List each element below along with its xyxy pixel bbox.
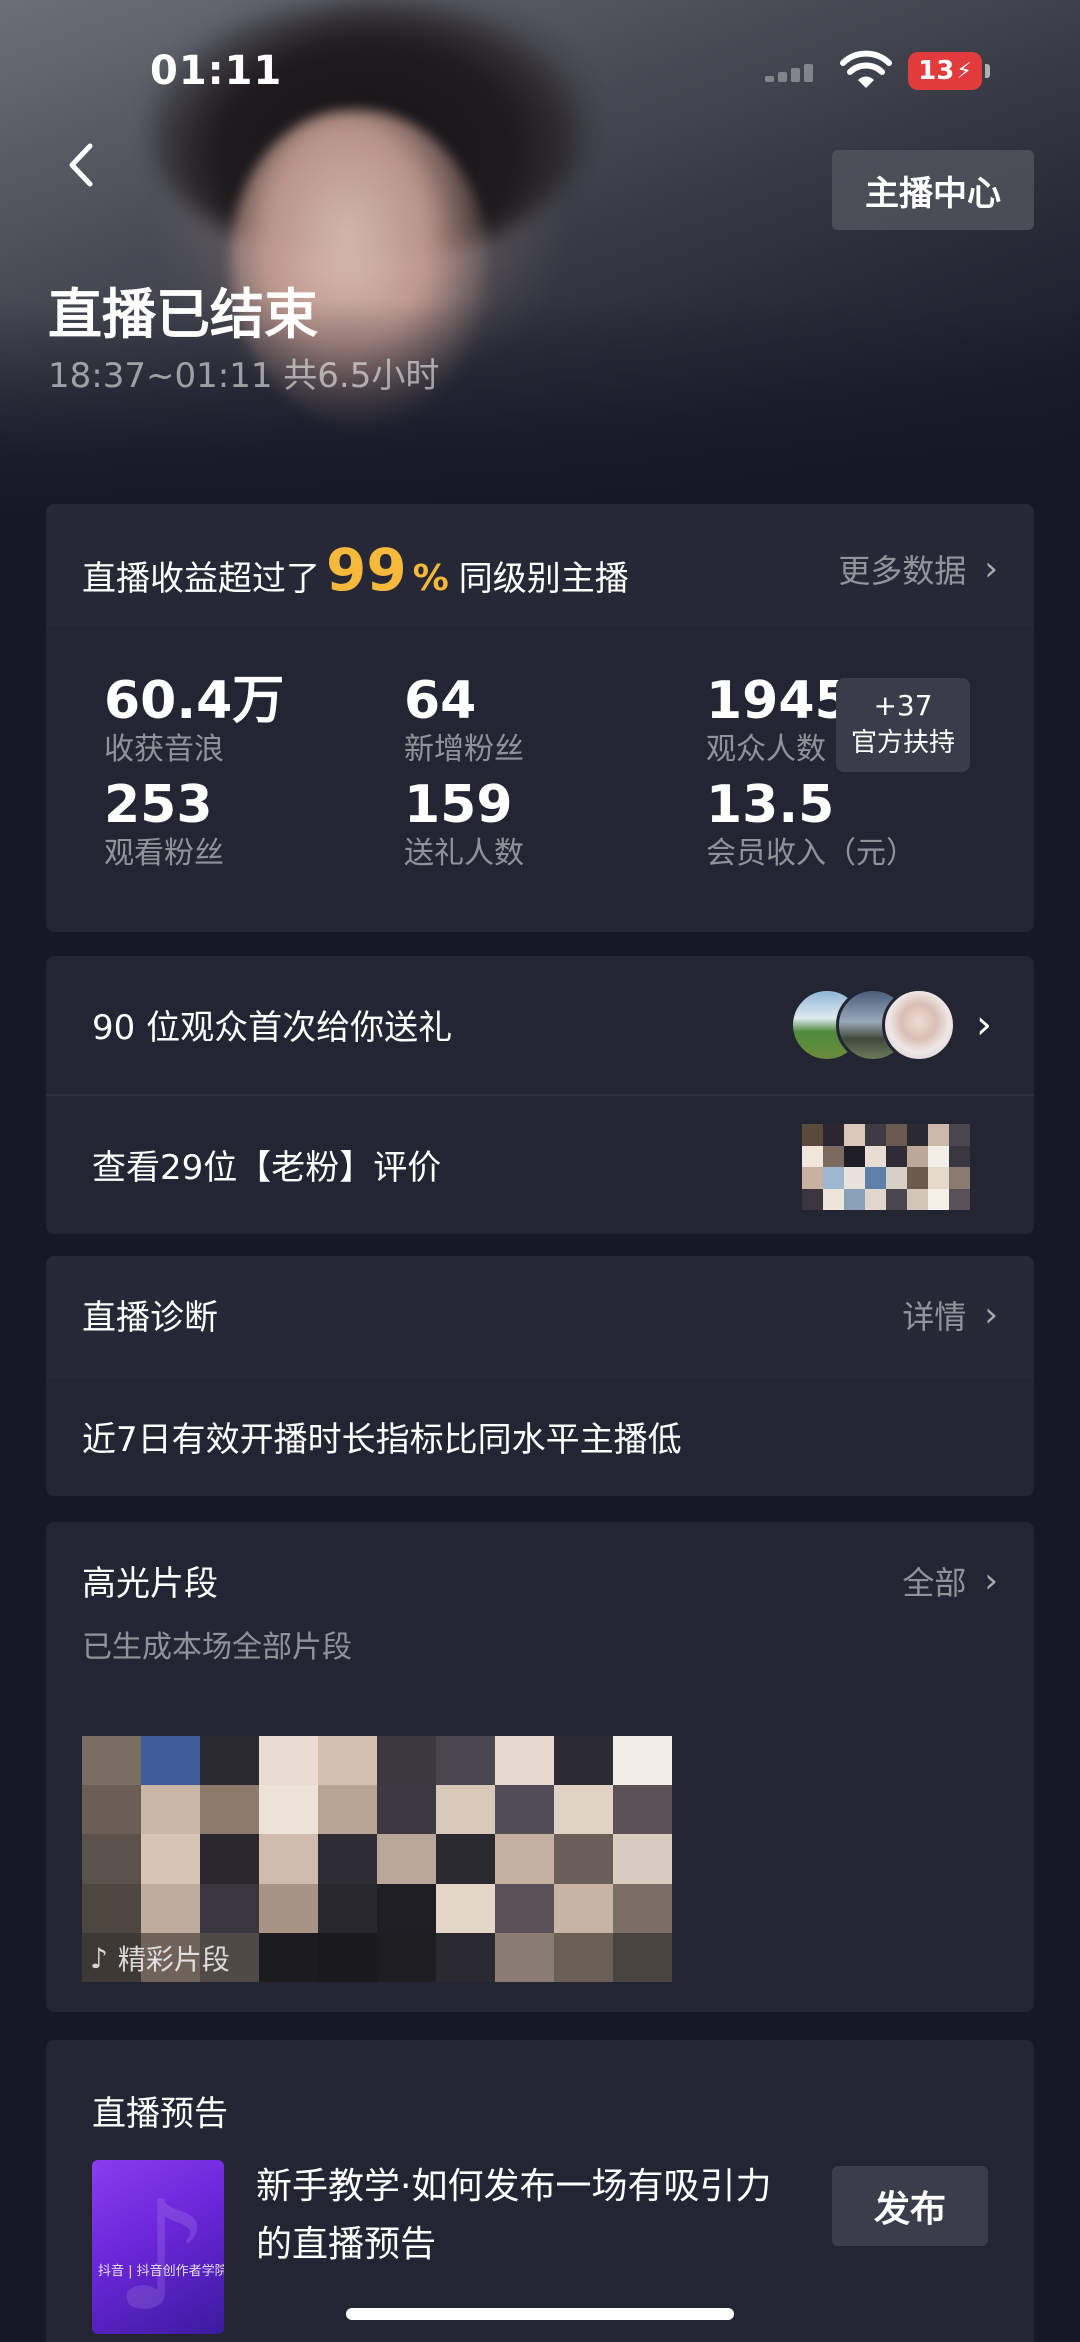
charging-bolt-icon: ⚡ — [956, 58, 972, 84]
diagnosis-message: 近7日有效开播时长指标比同水平主播低 — [82, 1420, 682, 1460]
thumbnail-caption: 抖音 | 抖音创作者学院 — [98, 2264, 224, 2279]
fan-avatars-pixelated — [802, 1124, 970, 1210]
wifi-icon — [840, 50, 892, 88]
stat-new-fans[interactable]: 64 新增粉丝 — [404, 672, 694, 770]
more-data-link[interactable]: 更多数据 › — [838, 546, 998, 592]
stat-label: 新增粉丝 — [404, 732, 524, 767]
official-support-badge: +37 官方扶持 — [836, 678, 970, 772]
stat-member-income[interactable]: 13.5 会员收入（元） — [706, 776, 996, 874]
details-label: 详情 — [902, 1298, 967, 1336]
battery-level: 13 — [918, 56, 955, 86]
battery-indicator: 13 ⚡ — [908, 52, 982, 90]
clip-label-text: 精彩片段 — [117, 1943, 230, 1976]
diagnosis-title: 直播诊断 — [82, 1298, 218, 1338]
douyin-logo-icon: ♪ — [90, 1941, 108, 1975]
rank-suffix: 同级别主播 — [458, 559, 629, 599]
summary-header: 直播收益超过了 99% 同级别主播 更多数据 › — [46, 504, 1034, 626]
more-data-label: 更多数据 — [838, 552, 967, 590]
old-fans-review-text: 查看29位【老粉】评价 — [92, 1148, 442, 1188]
rank-prefix: 直播收益超过了 — [82, 559, 320, 599]
back-arrow-icon[interactable] — [62, 140, 102, 190]
battery-nub — [985, 64, 990, 78]
support-count: +37 — [873, 689, 933, 722]
chevron-right-icon: › — [984, 1561, 998, 1601]
highlights-title: 高光片段 — [82, 1564, 218, 1604]
clip-label: ♪ 精彩片段 — [90, 1938, 230, 1978]
stat-earnings[interactable]: 60.4万 收获音浪 — [104, 672, 394, 770]
avatar — [882, 988, 956, 1062]
diagnosis-details-link[interactable]: 详情 › — [902, 1292, 998, 1338]
highlights-subtitle: 已生成本场全部片段 — [82, 1630, 352, 1665]
status-time: 01:11 — [150, 48, 283, 94]
publish-button[interactable]: 发布 — [832, 2166, 988, 2246]
thumbnail-decoration: ♪ — [114, 2170, 210, 2334]
gifter-avatars — [790, 988, 960, 1062]
all-label: 全部 — [902, 1564, 967, 1602]
first-gift-text: 90 位观众首次给你送礼 — [92, 1008, 453, 1048]
stat-label: 收获音浪 — [104, 732, 224, 767]
rank-percent: 99 — [326, 536, 407, 604]
stat-label: 送礼人数 — [404, 836, 524, 871]
stat-fan-viewers[interactable]: 253 观看粉丝 — [104, 776, 394, 874]
first-gift-row[interactable]: 90 位观众首次给你送礼 › — [46, 956, 1034, 1094]
stat-gift-givers[interactable]: 159 送礼人数 — [404, 776, 694, 874]
old-fans-review-row[interactable]: 查看29位【老粉】评价 — [46, 1096, 1034, 1234]
status-bar: 01:11 13 ⚡ — [0, 0, 1080, 140]
anchor-center-button[interactable]: 主播中心 — [832, 150, 1034, 230]
stat-value: 60.4万 — [104, 671, 285, 731]
live-preview-card: 直播预告 ♪ 抖音 | 抖音创作者学院 新手教学·如何发布一场有吸引力的直播预告… — [46, 2040, 1034, 2342]
live-duration: 18:37~01:11 共6.5小时 — [48, 356, 440, 396]
stat-value: 159 — [404, 775, 513, 835]
highlights-card: 高光片段 全部 › 已生成本场全部片段 ♪ 精彩片段 — [46, 1522, 1034, 2012]
home-indicator[interactable] — [346, 2308, 734, 2320]
stat-label: 会员收入（元） — [706, 836, 916, 871]
chevron-right-icon: › — [984, 549, 998, 589]
preview-title: 直播预告 — [92, 2094, 228, 2134]
page-title: 直播已结束 — [48, 283, 318, 346]
chevron-right-icon: › — [984, 1295, 998, 1335]
rank-text: 直播收益超过了 99% 同级别主播 — [82, 536, 629, 604]
support-label: 官方扶持 — [850, 728, 955, 758]
rank-percent-sign: % — [412, 558, 449, 599]
cellular-signal-icon — [765, 62, 815, 82]
stat-value: 64 — [404, 671, 477, 731]
stat-value: 253 — [104, 775, 213, 835]
live-diagnosis-card: 直播诊断 详情 › 近7日有效开播时长指标比同水平主播低 — [46, 1256, 1034, 1496]
stat-label: 观看粉丝 — [104, 836, 224, 871]
preview-tutorial-text[interactable]: 新手教学·如何发布一场有吸引力的直播预告 — [256, 2158, 776, 2274]
preview-tutorial-thumbnail[interactable]: ♪ 抖音 | 抖音创作者学院 — [92, 2160, 224, 2334]
live-summary-card: 直播收益超过了 99% 同级别主播 更多数据 › 60.4万 收获音浪 64 新… — [46, 504, 1034, 932]
chevron-right-icon: › — [976, 1002, 992, 1048]
stat-value: 13.5 — [706, 775, 835, 835]
highlights-all-link[interactable]: 全部 › — [902, 1558, 998, 1604]
